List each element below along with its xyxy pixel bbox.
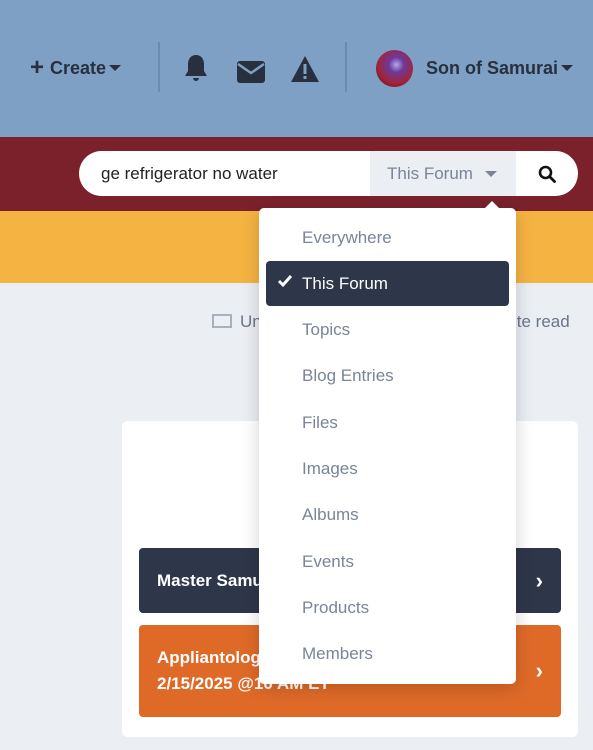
dropdown-item-label: Images bbox=[302, 459, 358, 478]
envelope-icon[interactable] bbox=[236, 56, 266, 88]
divider bbox=[158, 42, 160, 92]
user-name: Son of Samurai bbox=[426, 57, 559, 78]
dropdown-item-label: Topics bbox=[302, 320, 351, 340]
warning-icon[interactable] bbox=[290, 53, 320, 85]
dropdown-item-this-forum[interactable]: This Forum bbox=[266, 261, 509, 307]
dropdown-item-members[interactable]: Members bbox=[266, 632, 509, 677]
search-button[interactable] bbox=[516, 151, 578, 196]
dropdown-item-albums[interactable]: Albums bbox=[266, 493, 509, 538]
dropdown-item-files[interactable]: Files bbox=[266, 400, 509, 445]
dropdown-item-label: Files bbox=[302, 412, 338, 432]
search-bar: This Forum bbox=[79, 151, 578, 196]
user-menu[interactable]: Son of Samurai bbox=[376, 49, 574, 87]
dropdown-item-everywhere[interactable]: Everywhere bbox=[266, 215, 509, 260]
dropdown-item-label: Events bbox=[302, 551, 354, 571]
newspaper-icon bbox=[212, 314, 232, 328]
chevron-right-icon: › bbox=[535, 658, 543, 683]
top-bar: + Create Son of Samurai bbox=[0, 0, 593, 137]
caret-down-icon bbox=[484, 170, 497, 177]
caret-down-icon bbox=[561, 65, 574, 71]
dropdown-item-label: Products bbox=[302, 597, 370, 617]
caret-down-icon bbox=[109, 65, 122, 71]
dropdown-item-events[interactable]: Events bbox=[266, 539, 509, 584]
bell-icon[interactable] bbox=[182, 52, 210, 84]
create-label: Create bbox=[50, 57, 107, 78]
dropdown-item-label: This Forum bbox=[302, 273, 388, 293]
dropdown-item-label: Members bbox=[302, 644, 373, 664]
dropdown-item-images[interactable]: Images bbox=[266, 447, 509, 492]
dropdown-item-blog-entries[interactable]: Blog Entries bbox=[266, 354, 509, 399]
search-scope-dropdown: Everywhere This Forum Topics Blog Entries Fi… bbox=[259, 201, 516, 684]
search-scope-select[interactable]: This Forum bbox=[370, 151, 516, 196]
dropdown-item-label: Everywhere bbox=[302, 227, 392, 247]
scope-label: This Forum bbox=[387, 163, 473, 183]
create-button[interactable]: + Create bbox=[30, 52, 122, 84]
dropdown-item-label: Blog Entries bbox=[302, 366, 394, 386]
dropdown-item-topics[interactable]: Topics bbox=[266, 308, 509, 353]
search-icon bbox=[538, 165, 556, 183]
chevron-right-icon: › bbox=[535, 567, 543, 593]
plus-icon: + bbox=[30, 54, 45, 81]
search-input[interactable] bbox=[101, 151, 371, 196]
avatar bbox=[376, 49, 413, 87]
dropdown-item-label: Albums bbox=[302, 505, 359, 525]
checkmark-icon bbox=[277, 275, 293, 288]
dropdown-item-products[interactable]: Products bbox=[266, 585, 509, 630]
divider bbox=[345, 42, 347, 92]
